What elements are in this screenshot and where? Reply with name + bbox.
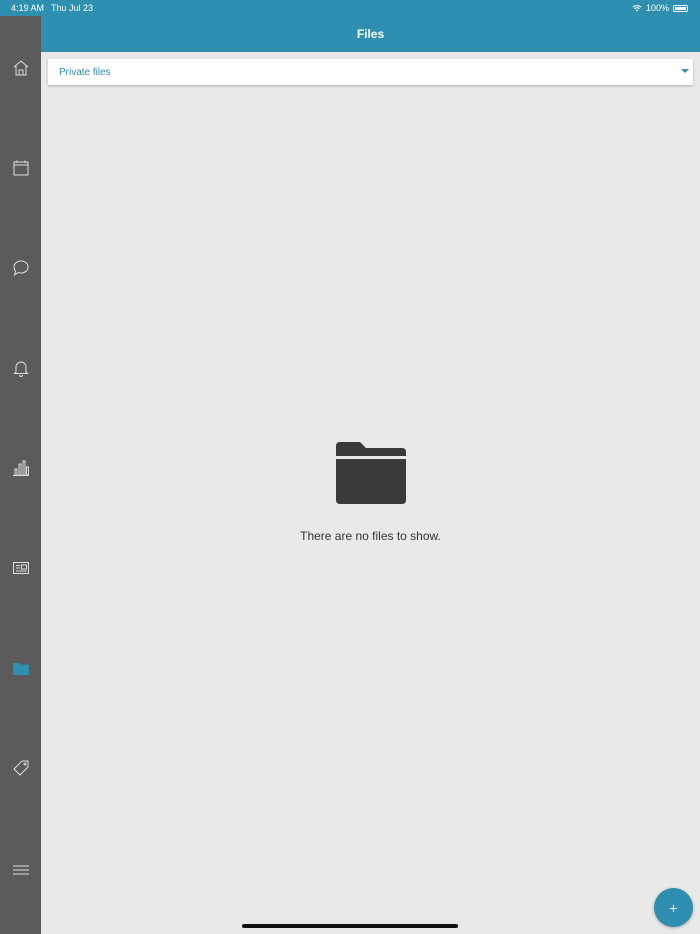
home-icon (13, 60, 28, 76)
chat-icon (12, 260, 29, 277)
tag-icon (12, 760, 28, 776)
sidebar-item-reports[interactable] (0, 448, 41, 488)
add-file-button[interactable]: + (654, 888, 693, 927)
status-bar: 4:19 AM Thu Jul 23 100% (0, 0, 700, 16)
folder-icon (335, 442, 406, 504)
file-scope-value: Private files (59, 66, 111, 78)
sidebar-item-home[interactable] (0, 48, 41, 88)
status-right: 100% (632, 3, 688, 13)
sidebar-item-tags[interactable] (0, 748, 41, 788)
bar-chart-icon (12, 460, 29, 476)
newspaper-icon (12, 562, 29, 574)
add-icon: + (669, 899, 678, 916)
sidebar-item-calendar[interactable] (0, 148, 41, 188)
battery-percent: 100% (645, 3, 669, 13)
empty-state: There are no files to show. (41, 440, 700, 543)
page-title: Files (356, 27, 385, 41)
menu-icon (12, 865, 29, 875)
sidebar-item-files[interactable] (0, 648, 41, 688)
home-indicator (242, 924, 458, 928)
header-bar: Files (41, 16, 700, 52)
sidebar-item-chat[interactable] (0, 248, 41, 288)
battery-icon (673, 4, 688, 12)
sidebar (0, 16, 41, 934)
status-time: 4:19 AM (11, 3, 45, 13)
chevron-down-icon (681, 69, 689, 73)
sidebar-item-menu[interactable] (0, 850, 41, 890)
calendar-icon (13, 160, 28, 176)
sidebar-item-news[interactable] (0, 548, 41, 588)
sidebar-item-notifications[interactable] (0, 348, 41, 388)
empty-state-message: There are no files to show. (300, 529, 441, 543)
status-date: Thu Jul 23 (51, 3, 94, 13)
bell-icon (12, 361, 29, 377)
folder-icon (12, 663, 29, 675)
wifi-icon (632, 5, 642, 12)
file-scope-select[interactable]: Private files (48, 59, 693, 85)
